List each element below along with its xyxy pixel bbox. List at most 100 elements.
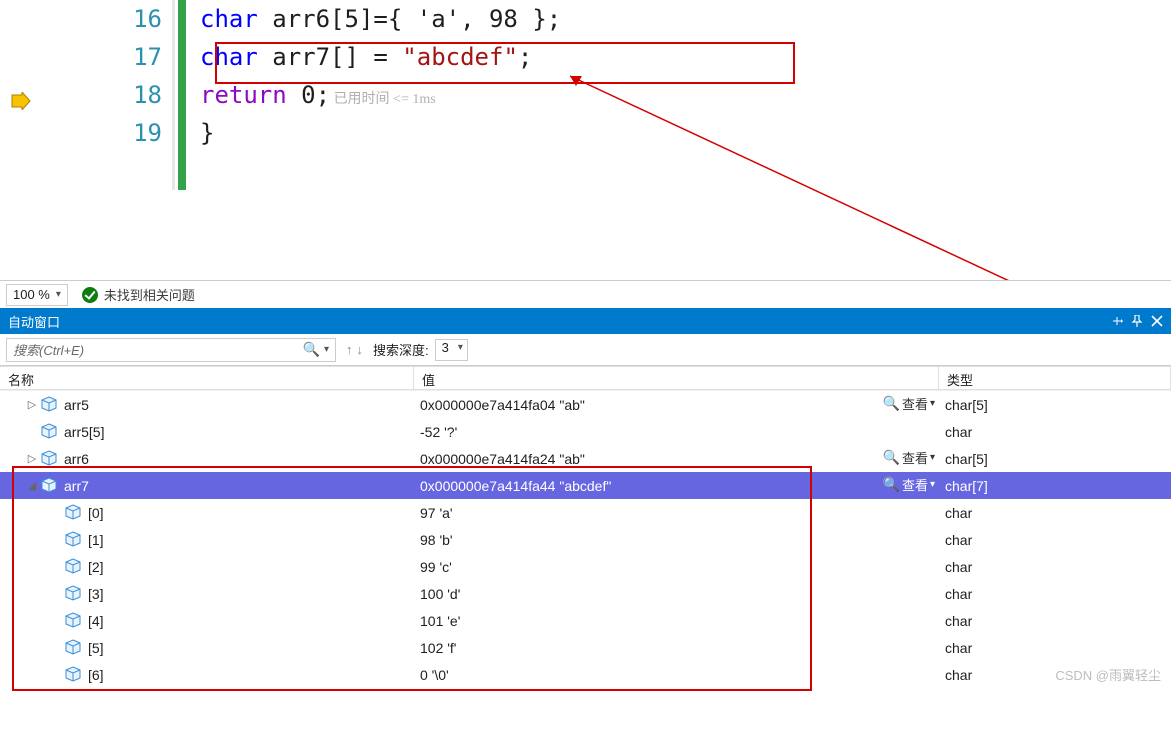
chevron-down-icon: ▾ bbox=[56, 289, 61, 300]
var-value: -52 '?' bbox=[414, 418, 939, 445]
variable-row[interactable]: [2] 99 'c'char bbox=[0, 553, 1171, 580]
perf-hint: 已用时间 <= 1ms bbox=[330, 92, 436, 107]
var-type: char[5] bbox=[939, 445, 1171, 472]
magnifier-icon: 🔍 bbox=[883, 476, 900, 493]
panel-toolbar: 搜索(Ctrl+E) 🔍▾ ↑↓ 搜索深度: 3 bbox=[0, 334, 1171, 366]
code-content[interactable]: char arr6[5]={ 'a', 98 }; char arr7[] = … bbox=[200, 0, 561, 152]
execution-pointer-icon bbox=[10, 92, 32, 113]
code-editor[interactable]: 16 17 18 19 char arr6[5]={ 'a', 98 }; ch… bbox=[0, 0, 1171, 280]
var-type: char[5] bbox=[939, 391, 1171, 418]
issue-status[interactable]: 未找到相关问题 bbox=[82, 285, 195, 304]
chevron-down-icon: ▾ bbox=[930, 452, 935, 463]
variable-icon bbox=[64, 639, 82, 657]
variable-icon bbox=[64, 666, 82, 684]
panel-header[interactable]: 自动窗口 bbox=[0, 308, 1171, 334]
arrow-down-icon[interactable]: ↓ bbox=[357, 342, 364, 357]
var-name: arr7 bbox=[64, 478, 89, 494]
view-button[interactable]: 🔍查看 ▾ bbox=[883, 475, 935, 494]
variable-row[interactable]: [5] 102 'f'char bbox=[0, 634, 1171, 661]
variables-grid[interactable]: 名称 值 类型 ▷ arr5 0x000000e7a414fa04 "ab"🔍查看 … bbox=[0, 366, 1171, 688]
check-icon bbox=[82, 287, 98, 303]
var-type: char[7] bbox=[939, 472, 1171, 499]
var-value: 0 '\0' bbox=[414, 661, 939, 688]
var-name: [6] bbox=[88, 667, 104, 683]
var-name: [4] bbox=[88, 613, 104, 629]
magnifier-icon: 🔍 bbox=[883, 395, 900, 412]
variable-icon bbox=[40, 477, 58, 495]
zoom-value: 100 % bbox=[13, 287, 50, 302]
var-value: 100 'd' bbox=[414, 580, 939, 607]
variable-row[interactable]: ◢ arr7 0x000000e7a414fa44 "abcdef"🔍查看 ▾cha… bbox=[0, 472, 1171, 499]
var-value: 101 'e' bbox=[414, 607, 939, 634]
col-type[interactable]: 类型 bbox=[939, 367, 1171, 389]
variable-row[interactable]: [6]0 '\0'char bbox=[0, 661, 1171, 688]
var-value: 0x000000e7a414fa44 "abcdef"🔍查看 ▾ bbox=[414, 472, 939, 499]
search-icon[interactable]: 🔍 bbox=[303, 341, 320, 358]
variable-icon bbox=[64, 612, 82, 630]
watermark: CSDN @雨翼轻尘 bbox=[1055, 665, 1161, 684]
variable-row[interactable]: ▷ arr5 0x000000e7a414fa04 "ab"🔍查看 ▾char[5] bbox=[0, 391, 1171, 418]
expander-icon[interactable]: ▷ bbox=[24, 398, 40, 411]
var-name: [1] bbox=[88, 532, 104, 548]
keyword: char bbox=[200, 5, 258, 33]
var-type: char bbox=[939, 553, 1171, 580]
variable-row[interactable]: arr5[5] -52 '?'char bbox=[0, 418, 1171, 445]
var-value: 0x000000e7a414fa24 "ab"🔍查看 ▾ bbox=[414, 445, 939, 472]
var-name: [3] bbox=[88, 586, 104, 602]
variable-icon bbox=[40, 423, 58, 441]
zoom-combo[interactable]: 100 % ▾ bbox=[6, 284, 68, 306]
variable-row[interactable]: [0]97 'a'char bbox=[0, 499, 1171, 526]
expander-icon[interactable]: ▷ bbox=[24, 452, 40, 465]
variable-row[interactable]: ▷ arr6 0x000000e7a414fa24 "ab"🔍查看 ▾char[5] bbox=[0, 445, 1171, 472]
var-type: char bbox=[939, 499, 1171, 526]
view-button[interactable]: 🔍查看 ▾ bbox=[883, 448, 935, 467]
variable-icon bbox=[64, 504, 82, 522]
window-position-icon[interactable] bbox=[1111, 315, 1123, 327]
expander-icon[interactable]: ◢ bbox=[24, 479, 40, 492]
annotation-arrow-icon bbox=[560, 66, 1040, 280]
code-change-indicator bbox=[172, 0, 186, 190]
search-input[interactable]: 搜索(Ctrl+E) 🔍▾ bbox=[6, 338, 336, 362]
arrow-up-icon[interactable]: ↑ bbox=[346, 342, 353, 357]
col-name[interactable]: 名称 bbox=[0, 367, 414, 389]
var-name: [2] bbox=[88, 559, 104, 575]
chevron-down-icon: ▾ bbox=[930, 398, 935, 409]
view-button[interactable]: 🔍查看 ▾ bbox=[883, 394, 935, 413]
var-type: char bbox=[939, 418, 1171, 445]
keyword: return bbox=[200, 81, 287, 109]
depth-label: 搜索深度: bbox=[373, 340, 429, 359]
var-value: 97 'a' bbox=[414, 499, 939, 526]
var-name: arr5[5] bbox=[64, 424, 104, 440]
line-numbers: 16 17 18 19 bbox=[100, 0, 170, 152]
variable-row[interactable]: [3] 100 'd'char bbox=[0, 580, 1171, 607]
col-value[interactable]: 值 bbox=[414, 367, 939, 389]
chevron-down-icon: ▾ bbox=[930, 479, 935, 490]
variable-icon bbox=[64, 531, 82, 549]
var-type: char bbox=[939, 634, 1171, 661]
editor-footer: 100 % ▾ 未找到相关问题 bbox=[0, 280, 1171, 308]
chevron-down-icon[interactable]: ▾ bbox=[324, 344, 329, 355]
magnifier-icon: 🔍 bbox=[883, 449, 900, 466]
pin-icon[interactable] bbox=[1131, 315, 1143, 327]
var-name: arr6 bbox=[64, 451, 89, 467]
var-name: arr5 bbox=[64, 397, 89, 413]
var-value: 0x000000e7a414fa04 "ab"🔍查看 ▾ bbox=[414, 391, 939, 418]
var-type: char bbox=[939, 607, 1171, 634]
var-name: [5] bbox=[88, 640, 104, 656]
variable-icon bbox=[40, 396, 58, 414]
var-type: char bbox=[939, 526, 1171, 553]
var-value: 98 'b' bbox=[414, 526, 939, 553]
depth-select[interactable]: 3 bbox=[435, 339, 468, 361]
var-value: 102 'f' bbox=[414, 634, 939, 661]
var-type: char bbox=[939, 580, 1171, 607]
variable-icon bbox=[64, 558, 82, 576]
keyword: char bbox=[200, 43, 258, 71]
variable-row[interactable]: [4] 101 'e'char bbox=[0, 607, 1171, 634]
close-icon[interactable] bbox=[1151, 315, 1163, 327]
grid-header[interactable]: 名称 值 类型 bbox=[0, 366, 1171, 390]
search-nav[interactable]: ↑↓ bbox=[346, 342, 363, 357]
variable-row[interactable]: [1] 98 'b'char bbox=[0, 526, 1171, 553]
panel-title: 自动窗口 bbox=[8, 312, 60, 331]
string-literal: "abcdef" bbox=[402, 43, 518, 71]
var-value: 99 'c' bbox=[414, 553, 939, 580]
